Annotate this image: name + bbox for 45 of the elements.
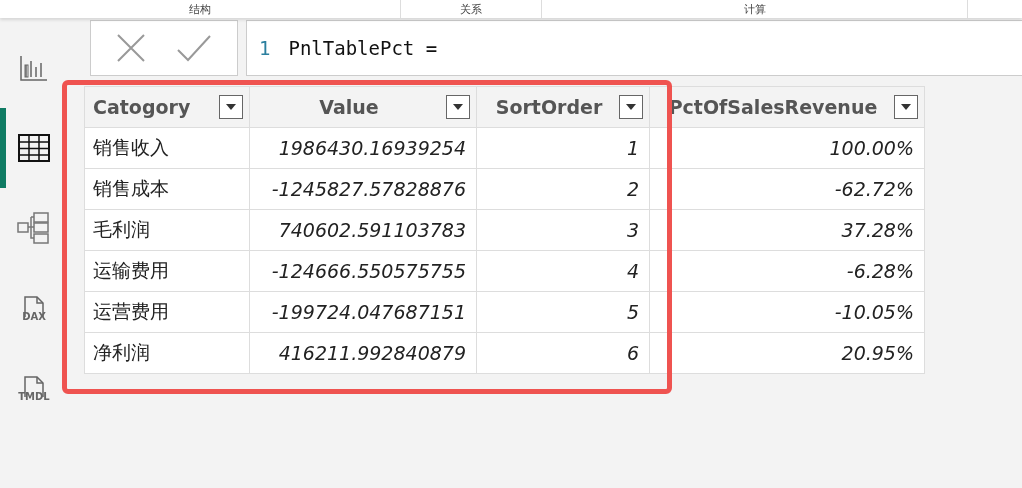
table-cell: 销售收入 — [84, 127, 250, 169]
ribbon-tab[interactable]: 计算 — [743, 1, 766, 17]
sidebar-item[interactable]: DAX — [0, 268, 62, 348]
table-cell: 100.00% — [649, 127, 925, 169]
table-cell: 5 — [476, 291, 650, 333]
table-cell: 740602.591103783 — [249, 209, 477, 251]
model-icon — [16, 211, 52, 245]
table-cell: -124666.550575755 — [249, 250, 477, 292]
table-cell: 20.95% — [649, 332, 925, 374]
dropdown-icon[interactable] — [619, 95, 643, 119]
column-header: Value — [249, 86, 477, 128]
ribbon-tab[interactable]: 关系 — [460, 1, 482, 17]
ribbon-tab[interactable]: 结构 — [189, 1, 211, 17]
table-cell: 运营费用 — [84, 291, 250, 333]
table-cell: 净利润 — [84, 332, 250, 374]
checkmark-icon[interactable] — [176, 34, 212, 62]
dropdown-icon[interactable] — [446, 95, 470, 119]
line-number: 1 — [259, 37, 271, 59]
cancel-icon[interactable] — [116, 33, 146, 63]
table-cell: -199724.047687151 — [249, 291, 477, 333]
column-header: Catogory — [84, 86, 250, 128]
table-cell: 1986430.16939254 — [249, 127, 477, 169]
table-cell: 37.28% — [649, 209, 925, 251]
table-cell: 416211.992840879 — [249, 332, 477, 374]
table-cell: -62.72% — [649, 168, 925, 210]
column-header: SortOrder — [476, 86, 650, 128]
table-cell: -6.28% — [649, 250, 925, 292]
column-header: PctOfSalesRevenue — [649, 86, 925, 128]
formula-editor[interactable]: 1 PnlTablePct = — [246, 20, 1022, 76]
code-line: PnlTablePct = — [288, 37, 438, 59]
dropdown-icon[interactable] — [894, 95, 918, 119]
table-icon — [18, 134, 50, 162]
table-cell: 3 — [476, 209, 650, 251]
bar-chart-icon — [20, 55, 48, 81]
table-cell: 6 — [476, 332, 650, 374]
table-cell: 运输费用 — [84, 250, 250, 292]
table-cell: 毛利润 — [84, 209, 250, 251]
table-cell: 2 — [476, 168, 650, 210]
table-cell: 1 — [476, 127, 650, 169]
table-cell: 销售成本 — [84, 168, 250, 210]
table-cell: -10.05% — [649, 291, 925, 333]
table-cell: -1245827.57828876 — [249, 168, 477, 210]
sidebar-item[interactable]: TMDL — [0, 348, 62, 428]
dropdown-icon[interactable] — [219, 95, 243, 119]
table-cell: 4 — [476, 250, 650, 292]
